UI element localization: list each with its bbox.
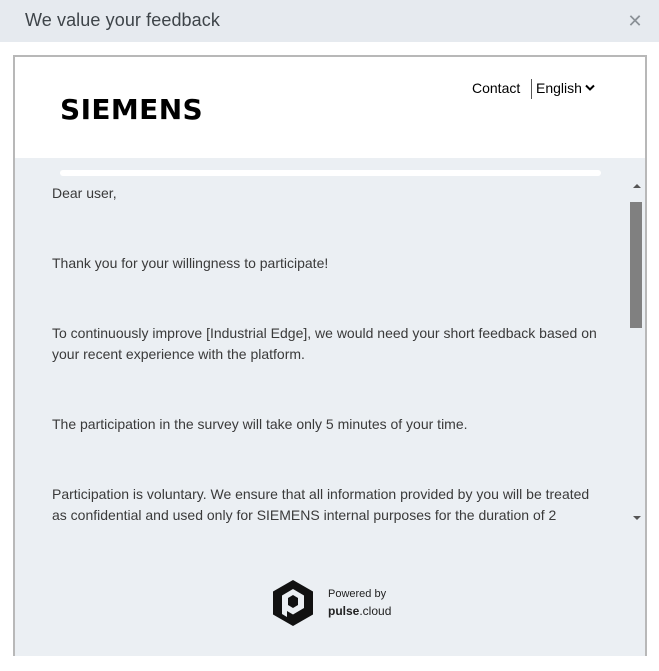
scrollbar-thumb[interactable] (630, 202, 642, 328)
duration-paragraph: The participation in the survey will tak… (52, 416, 468, 432)
powered-by-label: Powered by (328, 588, 387, 600)
dialog-titlebar: We value your feedback ✕ (0, 0, 659, 42)
language-label: English (536, 80, 582, 96)
privacy-paragraph: Participation is voluntary. We ensure th… (52, 486, 590, 523)
purpose-paragraph: To continuously improve [Industrial Edge… (52, 325, 597, 362)
close-icon[interactable]: ✕ (624, 10, 646, 32)
pulse-cloud-logo-icon (273, 580, 313, 626)
contact-link[interactable]: Contact (472, 80, 520, 96)
scroll-up-arrow-icon[interactable] (628, 177, 645, 194)
survey-header: SIEMENS Contact English (15, 57, 645, 158)
content-scrollbar[interactable] (628, 177, 645, 527)
siemens-logo: SIEMENS (60, 93, 204, 126)
survey-frame: SIEMENS Contact English Dear user, Thank… (13, 55, 647, 656)
language-select[interactable]: English (536, 80, 595, 96)
product-name-suffix: .cloud (359, 604, 392, 618)
product-name: pulse.cloud (328, 602, 391, 620)
feedback-dialog: We value your feedback ✕ SIEMENS Contact… (0, 0, 659, 671)
scroll-down-arrow-icon[interactable] (628, 509, 645, 526)
product-name-bold: pulse (328, 604, 360, 618)
survey-progress-bar (60, 170, 601, 176)
survey-intro-text: Dear user, Thank you for your willingnes… (15, 180, 628, 525)
dialog-title: We value your feedback (25, 10, 220, 30)
powered-by-text: Powered by pulse.cloud (328, 586, 391, 620)
chevron-down-icon (585, 84, 595, 92)
thanks-paragraph: Thank you for your willingness to partic… (52, 255, 329, 271)
header-divider (531, 79, 532, 99)
powered-by-badge: Powered by pulse.cloud (270, 577, 391, 629)
greeting-paragraph: Dear user, (52, 185, 117, 201)
